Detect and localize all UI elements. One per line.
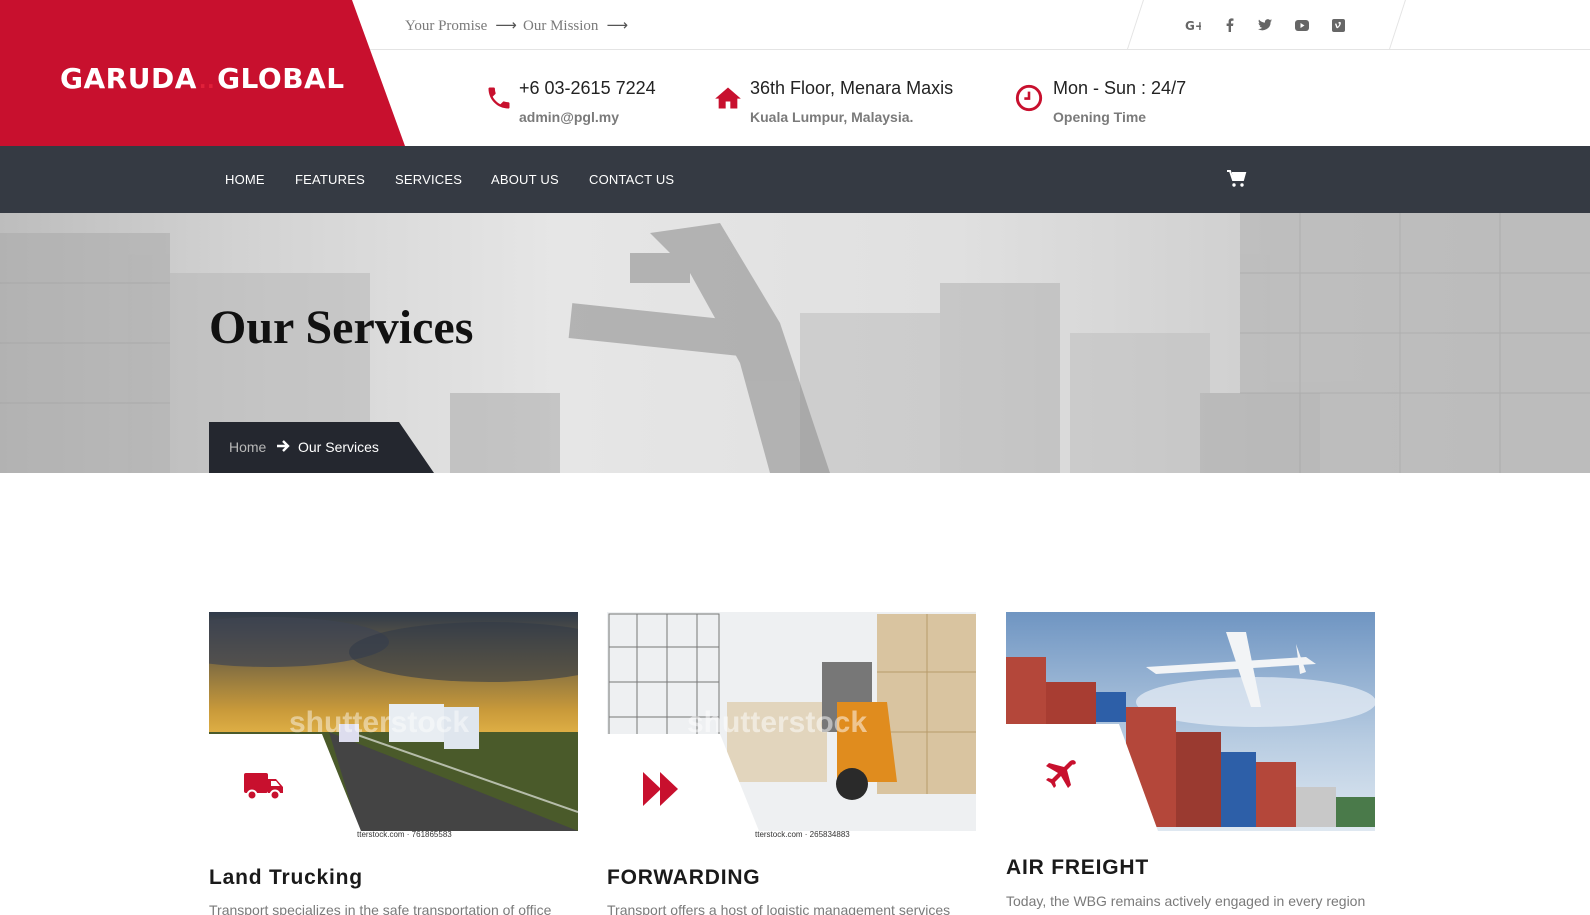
arrow-right-icon: ⟶	[495, 16, 517, 34]
facebook-icon[interactable]	[1219, 14, 1241, 36]
plane-icon	[1046, 760, 1076, 788]
image-watermark: shutterstock	[289, 706, 470, 739]
fast-forward-icon	[643, 772, 678, 806]
phone-info: +6 03-2615 7224 admin@pgl.my	[519, 78, 656, 125]
vimeo-icon[interactable]	[1327, 14, 1349, 36]
breadcrumb: Home Our Services	[209, 422, 434, 473]
service-description: Today, the WBG remains actively engaged …	[1006, 893, 1366, 909]
page-title: Our Services	[209, 301, 474, 354]
brand-logo[interactable]: GARUDA ..GLOBAL	[60, 62, 345, 95]
nav-features[interactable]: FEATURES	[295, 172, 365, 187]
youtube-icon[interactable]	[1291, 14, 1313, 36]
breadcrumb-current: Our Services	[298, 439, 379, 455]
address-line: 36th Floor, Menara Maxis	[750, 78, 954, 98]
opening-time-label: Opening Time	[1053, 109, 1147, 125]
service-card-forwarding[interactable]: shutterstock tterstock.com · 265834883 F…	[607, 612, 976, 915]
google-plus-icon[interactable]: G+	[1182, 14, 1204, 36]
truck-icon	[244, 773, 283, 801]
brand-dots: ..	[198, 69, 216, 93]
page-hero: Our Services Home Our Services	[0, 213, 1590, 473]
svg-text:G+: G+	[1185, 19, 1201, 31]
your-promise-label: Your Promise	[405, 18, 488, 34]
nav-services[interactable]: SERVICES	[395, 172, 462, 187]
arrow-right-icon	[277, 440, 290, 452]
opening-hours: Mon - Sun : 24/7	[1053, 78, 1187, 98]
service-description: Transport specializes in the safe transp…	[209, 902, 552, 915]
your-promise-link[interactable]: Your Promise ⟶	[405, 16, 517, 35]
service-title[interactable]: FORWARDING	[607, 866, 760, 890]
phone-icon	[488, 87, 510, 109]
nav-about-us[interactable]: ABOUT US	[491, 172, 559, 187]
land-trucking-image[interactable]: shutterstock	[209, 612, 578, 831]
forwarding-image[interactable]: shutterstock	[607, 612, 976, 831]
page: { "brand": {"name_left": "GARUDA", "dots…	[0, 0, 1590, 915]
phone-number[interactable]: +6 03-2615 7224	[519, 78, 656, 99]
image-watermark: shutterstock	[687, 706, 868, 739]
service-title[interactable]: Land Trucking	[209, 866, 363, 890]
service-title[interactable]: AIR FREIGHT	[1006, 856, 1149, 880]
email-address[interactable]: admin@pgl.my	[519, 109, 656, 125]
our-mission-label: Our Mission	[523, 18, 599, 34]
service-card-air-freight[interactable]: AIR FREIGHT Today, the WBG remains activ…	[1006, 612, 1375, 909]
nav-contact-us[interactable]: CONTACT US	[589, 172, 674, 187]
brand-name-right: GLOBAL	[217, 62, 345, 95]
home-icon	[715, 87, 741, 109]
hours-info: Mon - Sun : 24/7 Opening Time	[1053, 78, 1186, 125]
nav-home[interactable]: HOME	[225, 172, 265, 187]
arrow-right-icon: ⟶	[606, 16, 628, 34]
cart-icon[interactable]	[1227, 170, 1247, 188]
address-city: Kuala Lumpur, Malaysia.	[750, 109, 914, 125]
service-description: Transport offers a host of logistic mana…	[607, 902, 951, 915]
our-mission-link[interactable]: Our Mission ⟶	[523, 16, 628, 35]
main-nav: HOME FEATURES SERVICES ABOUT US CONTACT …	[0, 146, 1590, 213]
air-freight-image[interactable]	[1006, 612, 1375, 831]
image-credit: tterstock.com · 761865583	[357, 830, 452, 839]
service-card-land-trucking[interactable]: shutterstock tterstock.com · 761865583 L…	[209, 612, 578, 915]
brand-name-left: GARUDA	[60, 62, 197, 95]
address-info: 36th Floor, Menara Maxis Kuala Lumpur, M…	[750, 78, 953, 125]
breadcrumb-home[interactable]: Home	[229, 439, 266, 455]
clock-icon	[1015, 84, 1043, 112]
image-credit: tterstock.com · 265834883	[755, 830, 850, 839]
twitter-icon[interactable]	[1254, 14, 1276, 36]
